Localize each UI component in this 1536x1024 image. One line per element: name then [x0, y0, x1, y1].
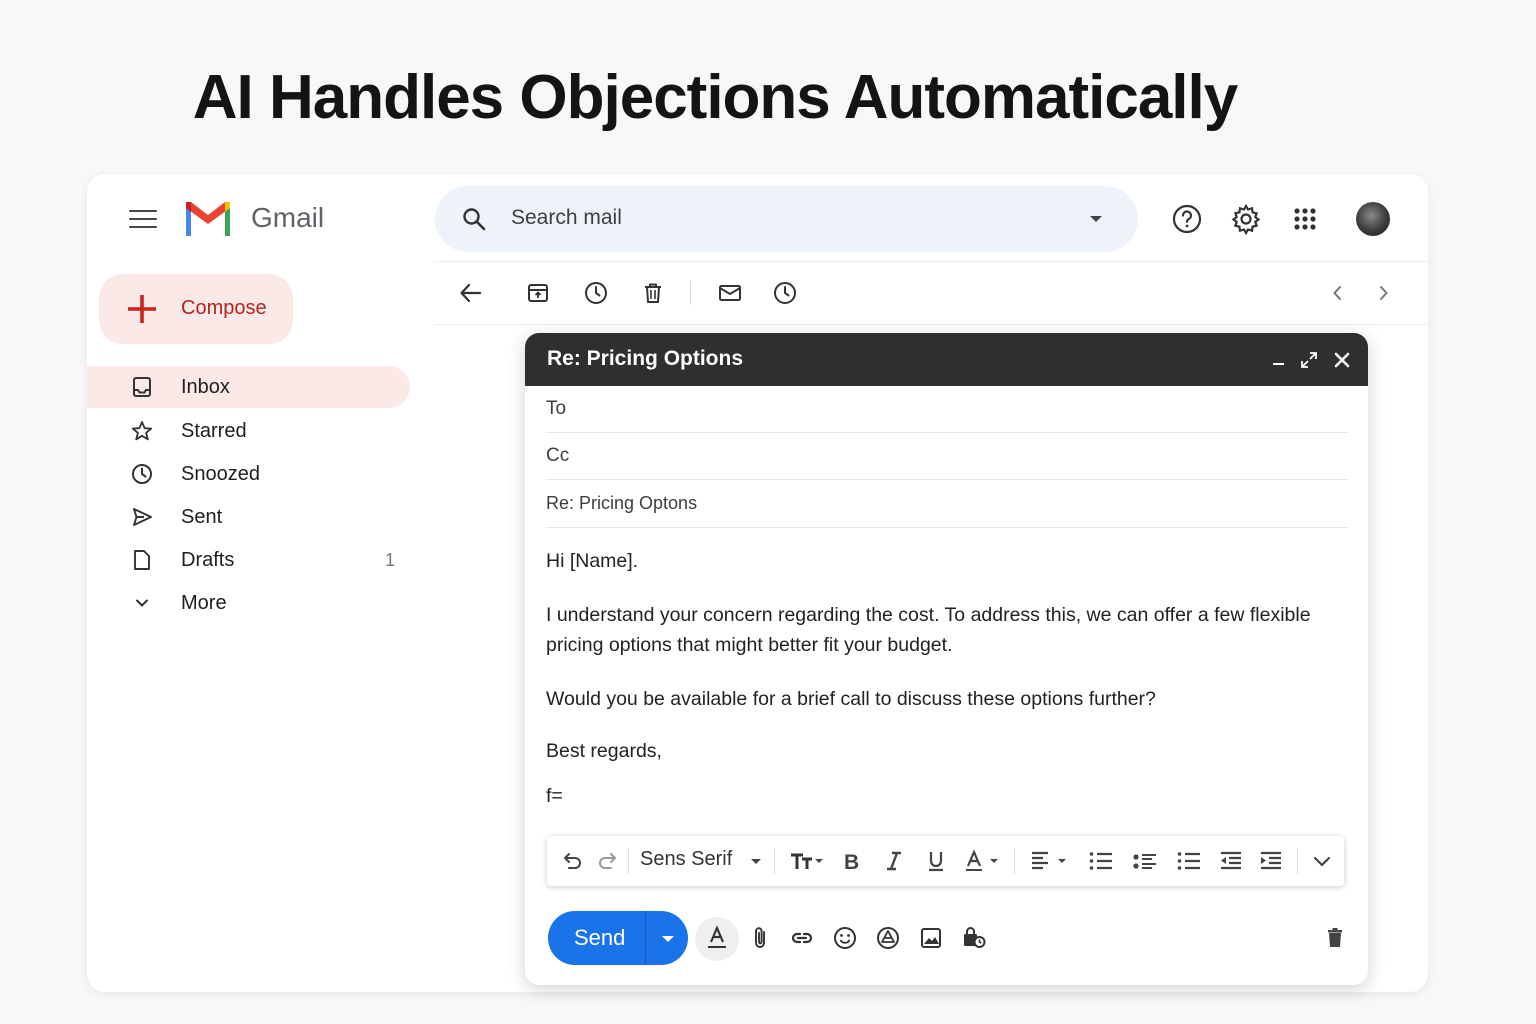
- subject-field[interactable]: Re: Pricing Optons: [546, 481, 1348, 528]
- nav-label: Inbox: [181, 376, 230, 398]
- star-icon: [131, 420, 153, 442]
- indent-less-icon[interactable]: [1218, 849, 1244, 873]
- body-signature[interactable]: f=: [546, 781, 1346, 811]
- reply-window: Re: Pricing Options To Cc Re: Pricing Op…: [525, 333, 1368, 985]
- formatting-options-icon[interactable]: [704, 925, 730, 951]
- chevron-down-icon: [131, 592, 153, 614]
- chevron-left-icon[interactable]: [1325, 280, 1351, 306]
- main-menu-icon[interactable]: [129, 208, 157, 230]
- italic-icon[interactable]: [884, 849, 904, 873]
- body-paragraph-1[interactable]: I understand your concern regarding the …: [546, 600, 1351, 660]
- toolbar-separator: [628, 848, 629, 874]
- send-icon: [131, 506, 153, 528]
- page-headline: AI Handles Objections Automatically: [192, 63, 1239, 132]
- toolbar-separator: [1014, 848, 1015, 874]
- expand-icon[interactable]: [1298, 349, 1320, 371]
- search-options-icon[interactable]: [1090, 216, 1102, 222]
- nav-label: Sent: [181, 506, 223, 528]
- nav-label: More: [181, 592, 227, 614]
- reply-title-bar[interactable]: Re: Pricing Options: [525, 333, 1368, 386]
- send-label: Send: [574, 925, 626, 950]
- align-icon[interactable]: [1029, 849, 1073, 873]
- nav-item-starred[interactable]: Starred: [87, 410, 410, 452]
- send-split-divider: [645, 911, 646, 965]
- undo-icon[interactable]: [560, 849, 584, 873]
- search-icon[interactable]: [461, 206, 487, 232]
- account-avatar[interactable]: [1356, 202, 1390, 236]
- chevron-right-icon[interactable]: [1370, 280, 1396, 306]
- compose-button[interactable]: Compose: [99, 274, 293, 344]
- body-greeting[interactable]: Hi [Name].: [546, 546, 1346, 576]
- mark-unread-icon[interactable]: [717, 280, 743, 306]
- numbered-list-icon[interactable]: [1088, 849, 1114, 873]
- insert-photo-icon[interactable]: [918, 925, 944, 951]
- checklist-icon[interactable]: [1176, 849, 1202, 873]
- apps-grid-icon[interactable]: [1288, 202, 1322, 236]
- confidential-mode-icon[interactable]: [961, 925, 987, 951]
- nav-item-sent[interactable]: Sent: [87, 496, 410, 538]
- compose-label: Compose: [181, 297, 267, 319]
- toolbar-separator: [1297, 848, 1298, 874]
- snooze-icon[interactable]: [583, 280, 609, 306]
- delete-icon[interactable]: [640, 280, 666, 306]
- font-select[interactable]: Sens Serif: [640, 848, 732, 871]
- to-label: To: [546, 398, 567, 419]
- close-icon[interactable]: [1331, 349, 1353, 371]
- nav-item-more[interactable]: More: [87, 582, 410, 624]
- minimize-icon[interactable]: [1268, 349, 1290, 371]
- header-divider: [434, 261, 1428, 262]
- back-arrow-icon[interactable]: [458, 280, 484, 306]
- cc-field[interactable]: Cc: [546, 433, 1348, 480]
- attach-file-icon[interactable]: [748, 925, 774, 951]
- formatting-toolbar: Sens Serif B: [547, 836, 1344, 886]
- nav-item-snoozed[interactable]: Snoozed: [87, 453, 410, 495]
- add-to-tasks-icon[interactable]: [772, 280, 798, 306]
- nav-item-inbox[interactable]: Inbox: [87, 366, 410, 408]
- app-name: Gmail: [251, 202, 325, 233]
- send-button[interactable]: Send: [548, 911, 688, 965]
- settings-gear-icon[interactable]: [1229, 202, 1263, 236]
- bold-icon[interactable]: B: [842, 849, 862, 873]
- subject-text: Re: Pricing Optons: [546, 493, 698, 513]
- plus-icon: [125, 292, 159, 326]
- cc-label: Cc: [546, 445, 570, 466]
- indent-more-icon[interactable]: [1258, 849, 1284, 873]
- to-field[interactable]: To: [546, 386, 1348, 433]
- body-closing[interactable]: Best regards,: [546, 736, 1346, 766]
- clock-icon: [131, 463, 153, 485]
- gmail-logo[interactable]: [183, 200, 233, 238]
- nav-label: Drafts: [181, 549, 235, 571]
- insert-link-icon[interactable]: [789, 925, 815, 951]
- send-options-icon[interactable]: [662, 936, 674, 942]
- draft-icon: [131, 549, 153, 571]
- nav-label: Starred: [181, 420, 247, 442]
- body-paragraph-2[interactable]: Would you be available for a brief call …: [546, 684, 1346, 714]
- svg-text:B: B: [844, 851, 859, 873]
- search-bar[interactable]: Search mail: [435, 186, 1138, 252]
- search-input[interactable]: Search mail: [511, 206, 622, 230]
- help-icon[interactable]: [1170, 202, 1204, 236]
- archive-icon[interactable]: [525, 280, 551, 306]
- text-color-icon[interactable]: [964, 849, 1004, 873]
- font-caret-icon[interactable]: [748, 849, 764, 873]
- underline-icon[interactable]: [926, 849, 946, 873]
- drafts-count: 1: [385, 550, 396, 570]
- bulleted-list-icon[interactable]: [1132, 849, 1158, 873]
- discard-draft-icon[interactable]: [1322, 925, 1348, 951]
- toolbar-separator: [690, 281, 691, 305]
- gmail-window: Gmail Search mail Compose Inbox Starred …: [87, 174, 1428, 992]
- drive-icon[interactable]: [875, 925, 901, 951]
- nav-label: Snoozed: [181, 463, 260, 485]
- emoji-icon[interactable]: [832, 925, 858, 951]
- nav-item-drafts[interactable]: Drafts 1: [87, 539, 410, 581]
- toolbar-separator: [774, 848, 775, 874]
- toolbar-divider: [434, 324, 1428, 325]
- font-size-icon[interactable]: [788, 849, 828, 873]
- redo-icon[interactable]: [596, 849, 620, 873]
- reply-window-title: Re: Pricing Options: [547, 347, 744, 370]
- inbox-icon: [131, 376, 153, 398]
- more-formatting-chevron-icon[interactable]: [1311, 849, 1333, 873]
